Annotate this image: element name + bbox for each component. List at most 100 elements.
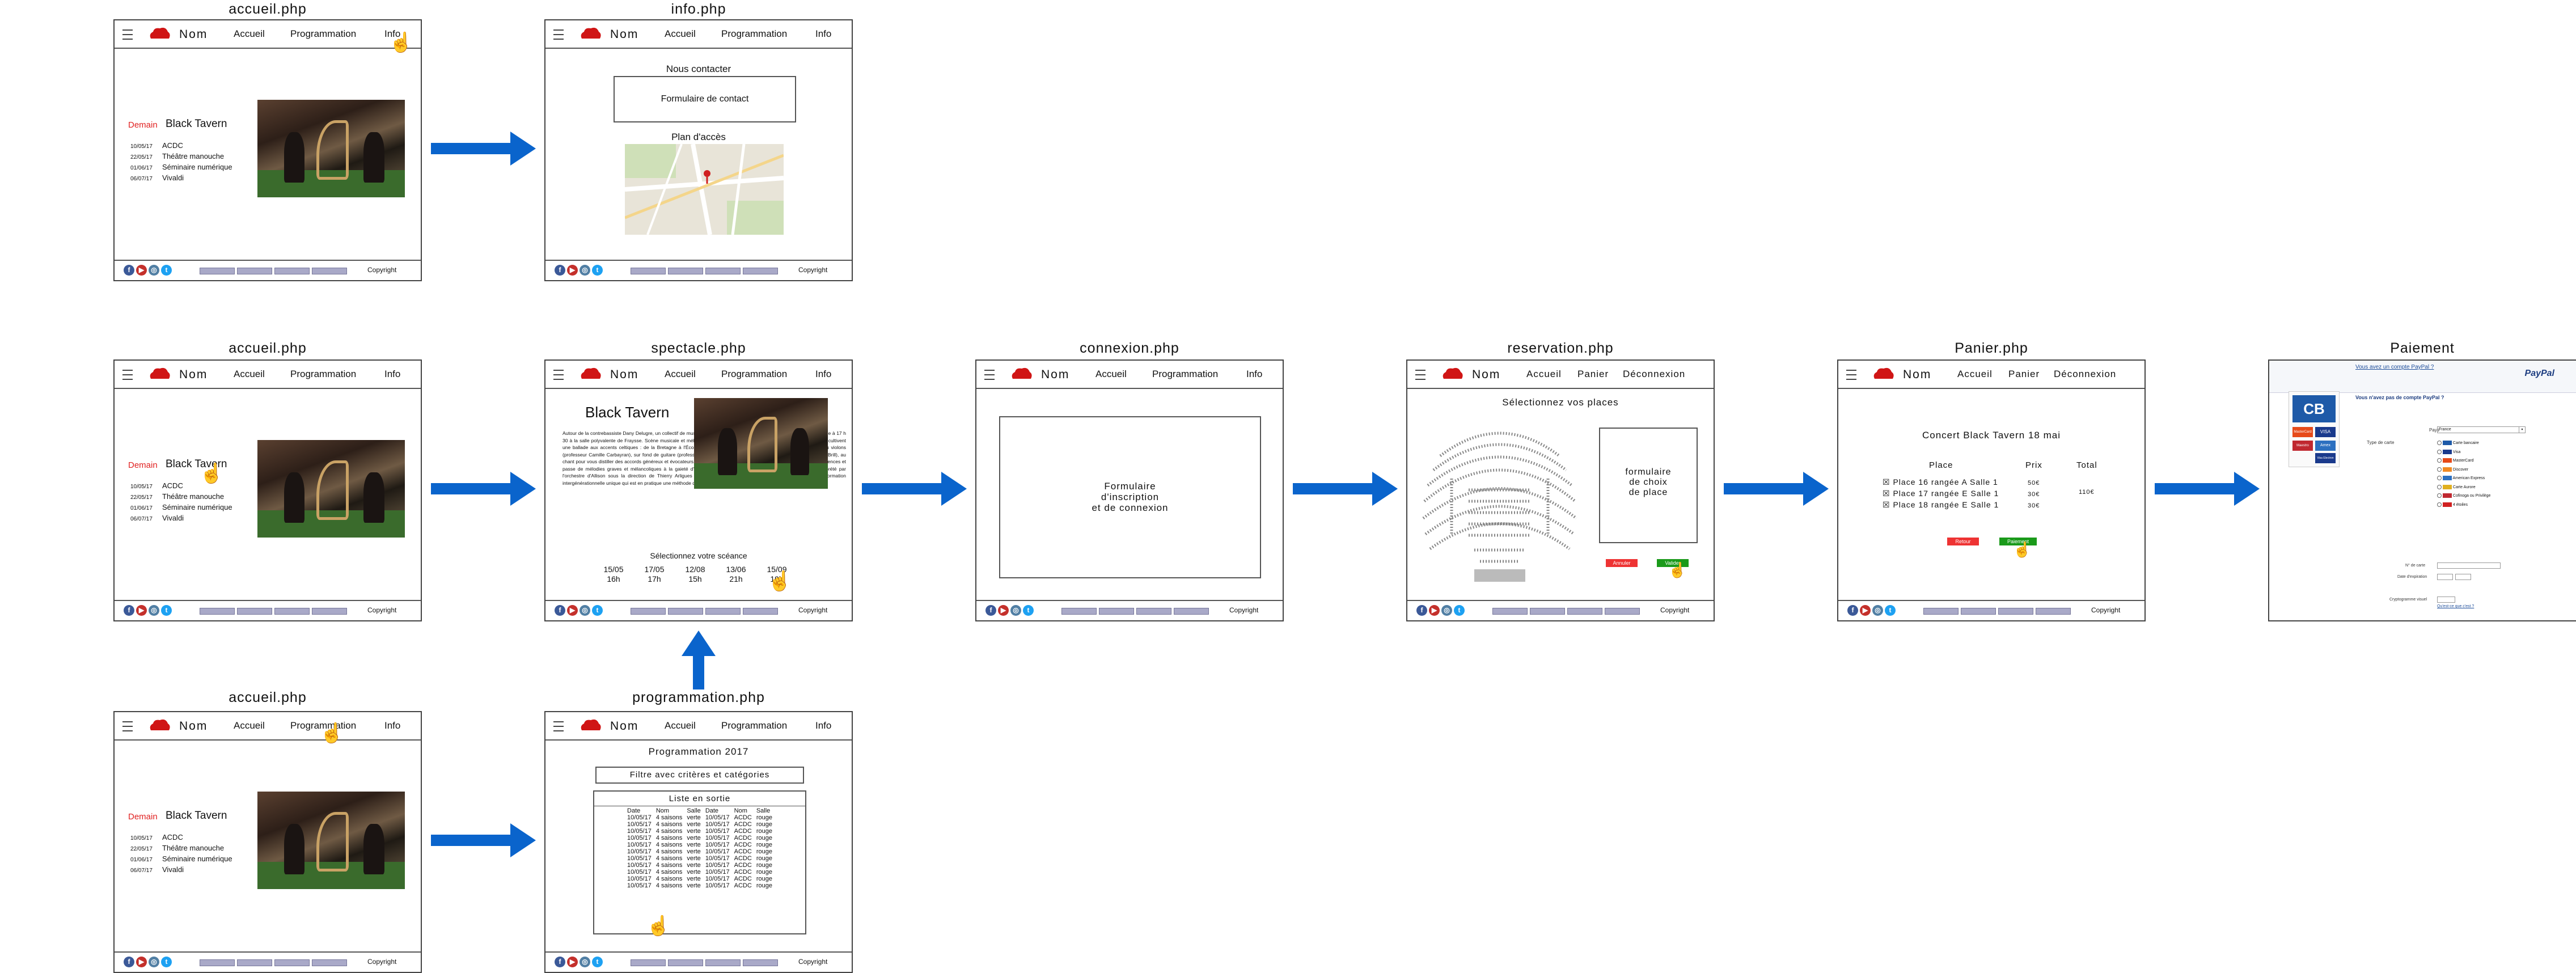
nav-info[interactable]: Info <box>384 720 400 731</box>
card-option[interactable]: 4 étoiles <box>2437 501 2490 510</box>
headline[interactable]: Black Tavern <box>166 810 227 822</box>
table-row[interactable]: 10/05/17 4 saisons verte 10/05/17 ACDC rouge <box>625 848 775 855</box>
session-option[interactable]: 17/05 17h <box>637 565 671 584</box>
nav-accueil[interactable]: Accueil <box>665 720 696 731</box>
partner-badge[interactable] <box>668 268 703 274</box>
nav-programmation[interactable]: Programmation <box>1152 369 1218 380</box>
partner-badge[interactable] <box>631 268 666 274</box>
facebook-icon[interactable]: f <box>985 605 996 616</box>
partner-badge[interactable] <box>237 959 272 966</box>
partner-badge[interactable] <box>1530 608 1565 615</box>
nav-info[interactable]: Info <box>815 28 831 40</box>
table-row[interactable]: 10/05/17 4 saisons verte 10/05/17 ACDC rouge <box>625 855 775 862</box>
list-item[interactable]: 10/05/17 ACDC <box>130 141 232 151</box>
partner-badge[interactable] <box>1174 608 1209 615</box>
session-option[interactable]: 15/05 16h <box>597 565 631 584</box>
cvv-help-link[interactable]: Qu'est-ce que c'est ? <box>2437 604 2474 608</box>
menu-icon[interactable] <box>553 29 564 40</box>
access-map[interactable] <box>625 144 784 235</box>
partner-badge[interactable] <box>1923 608 1959 615</box>
cancel-button[interactable]: Annuler <box>1606 559 1638 567</box>
signup-login-form[interactable]: Formulaire d'inscription et de connexion <box>999 416 1261 578</box>
remove-icon[interactable]: ☒ <box>1883 500 1893 509</box>
nav-panier[interactable]: Panier <box>1577 369 1609 380</box>
youtube-icon[interactable]: ▶ <box>136 957 147 967</box>
facebook-icon[interactable]: f <box>1847 605 1858 616</box>
cvv-input[interactable] <box>2437 597 2455 603</box>
partner-badge[interactable] <box>1061 608 1097 615</box>
twitter-icon[interactable]: t <box>1023 605 1034 616</box>
partner-badge[interactable] <box>668 608 703 615</box>
nav-accueil[interactable]: Accueil <box>1095 369 1127 380</box>
list-item[interactable]: 06/07/17 Vivaldi <box>130 513 232 524</box>
facebook-icon[interactable]: f <box>555 605 565 616</box>
partner-badge[interactable] <box>1492 608 1528 615</box>
twitter-icon[interactable]: t <box>592 265 603 276</box>
nav-accueil[interactable]: Accueil <box>234 369 265 380</box>
partner-badge[interactable] <box>1099 608 1134 615</box>
partner-badge[interactable] <box>631 959 666 966</box>
instagram-icon[interactable]: ◎ <box>580 265 590 276</box>
twitter-icon[interactable]: t <box>592 605 603 616</box>
remove-icon[interactable]: ☒ <box>1883 477 1893 487</box>
nav-deconnexion[interactable]: Déconnexion <box>2054 369 2116 380</box>
headline[interactable]: Black Tavern <box>166 118 227 130</box>
youtube-icon[interactable]: ▶ <box>1860 605 1871 616</box>
partner-badge[interactable] <box>2036 608 2071 615</box>
nav-info[interactable]: Info <box>1246 369 1262 380</box>
session-option[interactable]: 12/08 15h <box>678 565 712 584</box>
table-row[interactable]: 10/05/17 4 saisons verte 10/05/17 ACDC rouge <box>625 835 775 841</box>
partner-badge[interactable] <box>743 268 778 274</box>
youtube-icon[interactable]: ▶ <box>567 265 578 276</box>
list-item[interactable]: 01/06/17 Séminaire numérique <box>130 854 232 865</box>
instagram-icon[interactable]: ◎ <box>1010 605 1021 616</box>
partner-badge[interactable] <box>312 268 347 274</box>
card-option[interactable]: American Express <box>2437 474 2490 483</box>
session-option[interactable]: 13/06 21h <box>719 565 753 584</box>
table-row[interactable]: 10/05/17 4 saisons verte 10/05/17 ACDC rouge <box>625 869 775 875</box>
nav-panier[interactable]: Panier <box>2008 369 2040 380</box>
partner-badge[interactable] <box>1136 608 1171 615</box>
table-row[interactable]: 10/05/17 4 saisons verte 10/05/17 ACDC rouge <box>625 821 775 828</box>
table-row[interactable]: 10/05/17 4 saisons verte 10/05/17 ACDC rouge <box>625 882 775 889</box>
back-button[interactable]: Retour <box>1947 538 1979 545</box>
list-item[interactable]: 06/07/17 Vivaldi <box>130 865 232 875</box>
table-row[interactable]: ☒ Place 17 rangée E Salle 1 <box>1883 488 1999 499</box>
partner-badge[interactable] <box>631 608 666 615</box>
partner-badge[interactable] <box>705 608 741 615</box>
partner-badge[interactable] <box>274 959 310 966</box>
twitter-icon[interactable]: t <box>1885 605 1896 616</box>
youtube-icon[interactable]: ▶ <box>136 605 147 616</box>
instagram-icon[interactable]: ◎ <box>1441 605 1452 616</box>
partner-badge[interactable] <box>200 608 235 615</box>
seat-choice-form[interactable]: formulaire de choix de place <box>1599 428 1698 543</box>
partner-badge[interactable] <box>668 959 703 966</box>
partner-badge[interactable] <box>200 268 235 274</box>
card-option[interactable]: Carte bancaire <box>2437 439 2490 448</box>
partner-badge[interactable] <box>705 959 741 966</box>
nav-accueil[interactable]: Accueil <box>234 720 265 731</box>
table-row[interactable]: ☒ Place 18 rangée E Salle 1 <box>1883 499 1999 510</box>
menu-icon[interactable] <box>122 721 133 731</box>
partner-badge[interactable] <box>1567 608 1602 615</box>
youtube-icon[interactable]: ▶ <box>1429 605 1440 616</box>
table-row[interactable]: 10/05/17 4 saisons verte 10/05/17 ACDC rouge <box>625 862 775 869</box>
menu-icon[interactable] <box>1846 370 1856 380</box>
partner-badge[interactable] <box>312 959 347 966</box>
table-row[interactable]: 10/05/17 4 saisons verte 10/05/17 ACDC rouge <box>625 875 775 882</box>
instagram-icon[interactable]: ◎ <box>1872 605 1883 616</box>
instagram-icon[interactable]: ◎ <box>149 265 159 276</box>
partner-badge[interactable] <box>1605 608 1640 615</box>
facebook-icon[interactable]: f <box>124 957 134 967</box>
nav-accueil[interactable]: Accueil <box>665 369 696 380</box>
twitter-icon[interactable]: t <box>592 957 603 967</box>
instagram-icon[interactable]: ◎ <box>580 605 590 616</box>
partner-badge[interactable] <box>200 959 235 966</box>
card-option[interactable]: MasterCard <box>2437 456 2490 466</box>
nav-programmation[interactable]: Programmation <box>290 28 356 40</box>
nav-info[interactable]: Info <box>815 369 831 380</box>
partner-badge[interactable] <box>705 268 741 274</box>
facebook-icon[interactable]: f <box>124 605 134 616</box>
filter-box[interactable]: Filtre avec critères et catégories <box>595 767 804 784</box>
twitter-icon[interactable]: t <box>161 957 172 967</box>
